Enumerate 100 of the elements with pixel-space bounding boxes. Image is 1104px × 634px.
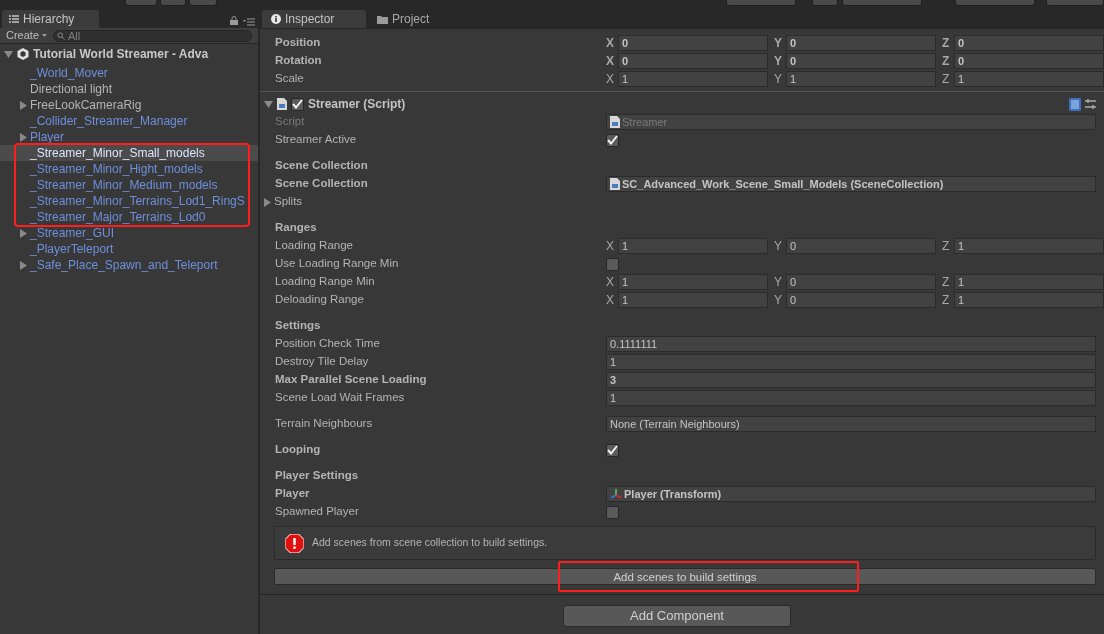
checkbox[interactable] bbox=[291, 97, 304, 111]
value-field[interactable]: 1 bbox=[786, 71, 936, 87]
axis-label: Y bbox=[774, 71, 783, 88]
axis-label: X bbox=[606, 274, 615, 291]
scene-name[interactable]: Tutorial World Streamer - Adva bbox=[33, 45, 209, 63]
lock-icon[interactable] bbox=[230, 16, 238, 25]
value-field[interactable]: 0 bbox=[786, 53, 936, 69]
caret-icon bbox=[42, 34, 48, 37]
value-field[interactable]: 0 bbox=[786, 292, 936, 308]
panel-tab[interactable]: Hierarchy bbox=[2, 10, 99, 28]
value-field[interactable]: 0 bbox=[618, 35, 768, 51]
checkbox[interactable] bbox=[606, 443, 619, 457]
value-field[interactable]: Player (Transform) bbox=[606, 486, 1096, 502]
menu-icon[interactable] bbox=[243, 18, 255, 26]
hierarchy-item[interactable]: _Streamer_Minor_Hight_models bbox=[0, 161, 258, 177]
value-field[interactable]: 1 bbox=[954, 238, 1104, 254]
axis-label: X bbox=[606, 238, 615, 255]
search-icon bbox=[57, 31, 66, 40]
section-heading: Settings bbox=[274, 318, 321, 334]
hierarchy-item[interactable]: _Streamer_GUI bbox=[0, 225, 258, 241]
checkbox[interactable] bbox=[606, 257, 619, 271]
property-label: Rotation bbox=[274, 53, 323, 69]
axis-label: X bbox=[606, 71, 615, 88]
script-file-icon bbox=[277, 98, 287, 110]
error-icon bbox=[285, 533, 304, 553]
value-field[interactable]: 1 bbox=[954, 292, 1104, 308]
hierarchy-item[interactable]: _Streamer_Minor_Small_models bbox=[0, 145, 258, 161]
axis-label: Y bbox=[774, 292, 783, 309]
add-component-button[interactable]: Add Component bbox=[563, 605, 791, 627]
value-field[interactable]: 1 bbox=[954, 71, 1104, 87]
checkbox[interactable] bbox=[606, 133, 619, 147]
hierarchy-item[interactable]: Directional light bbox=[0, 81, 258, 97]
property-label: Player bbox=[274, 486, 311, 502]
foldout-arrow-icon[interactable] bbox=[263, 197, 272, 207]
value-field[interactable]: 1 bbox=[606, 390, 1096, 406]
axis-label: X bbox=[606, 292, 615, 309]
axes-icon bbox=[610, 488, 622, 500]
property-label: Terrain Neighbours bbox=[274, 416, 374, 432]
axis-label: Y bbox=[774, 274, 783, 291]
property-label: Loading Range bbox=[274, 238, 354, 254]
value-field[interactable]: 0 bbox=[786, 35, 936, 51]
value-field[interactable]: 3 bbox=[606, 372, 1096, 388]
search-field[interactable]: All bbox=[53, 29, 252, 42]
foldout-label[interactable]: Splits bbox=[274, 193, 303, 211]
value-field[interactable]: None (Terrain Neighbours) bbox=[606, 416, 1096, 432]
axis-label: Y bbox=[774, 35, 783, 52]
property-label: Script bbox=[274, 114, 306, 130]
value-field[interactable]: 0 bbox=[954, 35, 1104, 51]
hierarchy-item[interactable]: Player bbox=[0, 129, 258, 145]
property-label: Scene Collection bbox=[274, 176, 369, 192]
section-heading: Scene Collection bbox=[274, 158, 368, 174]
value-field[interactable]: 0.1111111 bbox=[606, 336, 1096, 352]
value-field[interactable]: 1 bbox=[618, 238, 768, 254]
axis-label: Y bbox=[774, 53, 783, 70]
value-field[interactable]: 1 bbox=[618, 292, 768, 308]
axis-label: Y bbox=[774, 238, 783, 255]
hierarchy-item[interactable]: _PlayerTeleport bbox=[0, 241, 258, 257]
value-field[interactable]: 0 bbox=[786, 238, 936, 254]
value-field[interactable]: 0 bbox=[786, 274, 936, 290]
hierarchy-item[interactable]: _Safe_Place_Spawn_and_Teleport bbox=[0, 257, 258, 273]
script-file-icon bbox=[610, 116, 620, 128]
script-file-icon bbox=[610, 178, 620, 190]
collapse-arrow-icon[interactable] bbox=[264, 99, 273, 109]
property-label: Max Parallel Scene Loading bbox=[274, 372, 428, 388]
hierarchy-item[interactable]: _World_Mover bbox=[0, 65, 258, 81]
hierarchy-item[interactable]: _Streamer_Minor_Medium_models bbox=[0, 177, 258, 193]
property-label: Streamer Active bbox=[274, 132, 358, 148]
value-field[interactable]: 1 bbox=[618, 71, 768, 87]
value-field[interactable]: 1 bbox=[618, 274, 768, 290]
property-label: Spawned Player bbox=[274, 504, 360, 520]
property-label: Position Check Time bbox=[274, 336, 381, 352]
checkbox[interactable] bbox=[606, 505, 619, 519]
axis-label: Z bbox=[942, 53, 951, 70]
expand-arrow-icon[interactable] bbox=[19, 100, 28, 110]
hierarchy-item[interactable]: FreeLookCameraRig bbox=[0, 97, 258, 113]
value-field[interactable]: 0 bbox=[954, 53, 1104, 69]
value-field[interactable]: 1 bbox=[606, 354, 1096, 370]
property-label: Loading Range Min bbox=[274, 274, 376, 290]
create-dropdown[interactable]: Create bbox=[6, 28, 48, 43]
hierarchy-item[interactable]: _Collider_Streamer_Manager bbox=[0, 113, 258, 129]
value-field[interactable]: SC_Advanced_Work_Scene_Small_Models (SceneCollection) bbox=[606, 176, 1096, 192]
hierarchy-item[interactable]: _Streamer_Major_Terrains_Lod0 bbox=[0, 209, 258, 225]
expand-arrow-icon[interactable] bbox=[19, 132, 28, 142]
value-field[interactable]: 0 bbox=[618, 53, 768, 69]
collapse-arrow-icon[interactable] bbox=[4, 49, 13, 59]
axis-label: Z bbox=[942, 35, 951, 52]
add-scenes-button[interactable]: Add scenes to build settings bbox=[274, 568, 1096, 585]
section-heading: Player Settings bbox=[274, 468, 359, 484]
list-icon bbox=[9, 15, 19, 23]
property-label: Scale bbox=[274, 71, 305, 87]
checkmark-icon bbox=[607, 445, 618, 455]
expand-arrow-icon[interactable] bbox=[19, 260, 28, 270]
hierarchy-item[interactable]: _Streamer_Minor_Terrains_Lod1_RingS bbox=[0, 193, 258, 209]
component-title: Streamer (Script) bbox=[308, 96, 406, 113]
axis-label: Z bbox=[942, 274, 951, 291]
expand-arrow-icon[interactable] bbox=[19, 228, 28, 238]
value-field[interactable]: 1 bbox=[954, 274, 1104, 290]
settings-sliders-icon[interactable] bbox=[1085, 98, 1096, 110]
panel-tab[interactable]: Inspector bbox=[262, 10, 366, 28]
axis-label: Z bbox=[942, 71, 951, 88]
